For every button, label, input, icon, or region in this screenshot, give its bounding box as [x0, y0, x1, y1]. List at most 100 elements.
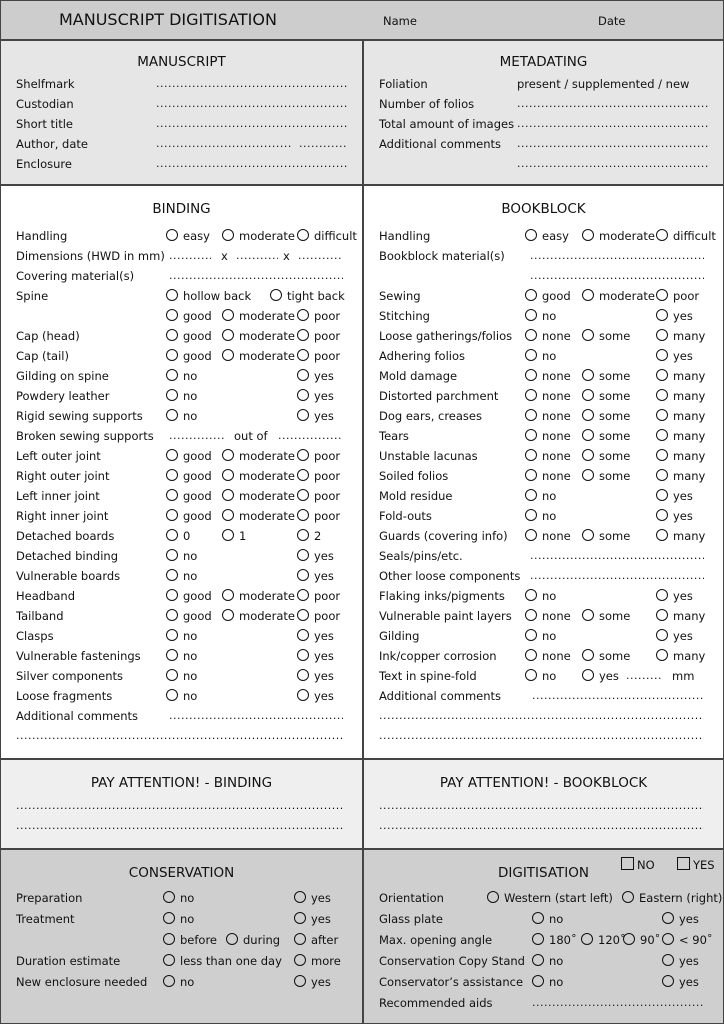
dotted-input-line[interactable]: ........... [169, 249, 211, 262]
radio-circle-icon[interactable] [525, 489, 537, 501]
radio-option[interactable]: moderate [222, 449, 295, 463]
radio-option[interactable]: poor [297, 469, 340, 483]
radio-option[interactable]: yes [582, 669, 619, 683]
radio-circle-icon[interactable] [297, 509, 309, 521]
radio-circle-icon[interactable] [297, 389, 309, 401]
radio-option[interactable]: no [532, 975, 563, 989]
radio-option[interactable]: some [582, 429, 630, 443]
dotted-input-line[interactable]: ........................................… [156, 137, 291, 150]
radio-option[interactable]: many [656, 429, 705, 443]
radio-circle-icon[interactable] [163, 912, 175, 924]
radio-circle-icon[interactable] [297, 649, 309, 661]
radio-circle-icon[interactable] [297, 449, 309, 461]
dotted-input-line[interactable]: ........................................… [16, 799, 343, 812]
radio-option[interactable]: poor [297, 449, 340, 463]
radio-option[interactable]: many [656, 369, 705, 383]
radio-option[interactable]: no [525, 349, 556, 363]
radio-option[interactable]: yes [656, 489, 693, 503]
radio-circle-icon[interactable] [656, 629, 668, 641]
radio-option[interactable]: some [582, 649, 630, 663]
radio-circle-icon[interactable] [297, 409, 309, 421]
dotted-input-line[interactable]: ........................................… [379, 819, 704, 832]
radio-circle-icon[interactable] [582, 389, 594, 401]
radio-circle-icon[interactable] [163, 954, 175, 966]
radio-option[interactable]: good [166, 309, 212, 323]
radio-option[interactable]: good [525, 289, 571, 303]
radio-option[interactable]: none [525, 529, 571, 543]
radio-circle-icon[interactable] [222, 489, 234, 501]
radio-option[interactable]: no [532, 954, 563, 968]
radio-circle-icon[interactable] [166, 409, 178, 421]
radio-option[interactable]: no [532, 912, 563, 926]
radio-option[interactable]: poor [297, 309, 340, 323]
radio-circle-icon[interactable] [166, 609, 178, 621]
radio-circle-icon[interactable] [166, 489, 178, 501]
dotted-input-line[interactable]: ........................................… [379, 729, 704, 742]
radio-circle-icon[interactable] [294, 954, 306, 966]
radio-circle-icon[interactable] [487, 891, 499, 903]
radio-option[interactable]: yes [656, 309, 693, 323]
radio-circle-icon[interactable] [582, 469, 594, 481]
radio-circle-icon[interactable] [525, 429, 537, 441]
radio-circle-icon[interactable] [166, 449, 178, 461]
radio-option[interactable]: yes [294, 891, 331, 905]
radio-option[interactable]: 2 [297, 529, 321, 543]
radio-option[interactable]: < 90˚ [662, 933, 713, 947]
radio-circle-icon[interactable] [656, 349, 668, 361]
radio-circle-icon[interactable] [166, 569, 178, 581]
radio-option[interactable]: poor [656, 289, 699, 303]
radio-option[interactable]: good [166, 469, 212, 483]
radio-option[interactable]: poor [297, 589, 340, 603]
radio-circle-icon[interactable] [222, 509, 234, 521]
radio-option[interactable]: some [582, 529, 630, 543]
radio-circle-icon[interactable] [656, 589, 668, 601]
radio-circle-icon[interactable] [297, 349, 309, 361]
radio-circle-icon[interactable] [656, 449, 668, 461]
radio-option[interactable]: many [656, 409, 705, 423]
radio-option[interactable]: Western (start left) [487, 891, 613, 905]
dotted-input-line[interactable]: ........................................… [517, 137, 710, 150]
radio-option[interactable]: none [525, 609, 571, 623]
radio-circle-icon[interactable] [163, 975, 175, 987]
radio-circle-icon[interactable] [297, 589, 309, 601]
dotted-input-line[interactable]: ........................................… [532, 996, 704, 1009]
radio-option[interactable]: some [582, 369, 630, 383]
radio-circle-icon[interactable] [222, 589, 234, 601]
radio-option[interactable]: difficult [656, 229, 716, 243]
radio-circle-icon[interactable] [525, 589, 537, 601]
radio-option[interactable]: Eastern (right) [622, 891, 722, 905]
radio-option[interactable]: no [525, 669, 556, 683]
radio-circle-icon[interactable] [525, 509, 537, 521]
radio-option[interactable]: yes [294, 975, 331, 989]
radio-option[interactable]: none [525, 649, 571, 663]
radio-option[interactable]: moderate [222, 589, 295, 603]
radio-option[interactable]: 180˚ [532, 933, 577, 947]
radio-circle-icon[interactable] [166, 229, 178, 241]
radio-option[interactable]: 0 [166, 529, 190, 543]
radio-circle-icon[interactable] [294, 891, 306, 903]
radio-circle-icon[interactable] [525, 229, 537, 241]
radio-option[interactable]: no [525, 509, 556, 523]
radio-circle-icon[interactable] [166, 549, 178, 561]
radio-option[interactable]: many [656, 609, 705, 623]
radio-option[interactable]: no [166, 669, 197, 683]
radio-circle-icon[interactable] [623, 933, 635, 945]
radio-circle-icon[interactable] [525, 649, 537, 661]
checkbox-icon[interactable] [621, 857, 634, 870]
radio-option[interactable]: easy [525, 229, 569, 243]
radio-option[interactable]: moderate [222, 489, 295, 503]
radio-option[interactable]: many [656, 649, 705, 663]
radio-circle-icon[interactable] [166, 589, 178, 601]
radio-option[interactable]: yes [656, 349, 693, 363]
radio-circle-icon[interactable] [525, 289, 537, 301]
radio-option[interactable]: poor [297, 349, 340, 363]
radio-circle-icon[interactable] [297, 469, 309, 481]
radio-circle-icon[interactable] [166, 309, 178, 321]
radio-circle-icon[interactable] [525, 609, 537, 621]
radio-circle-icon[interactable] [582, 669, 594, 681]
radio-circle-icon[interactable] [656, 229, 668, 241]
radio-option[interactable]: moderate [222, 349, 295, 363]
dotted-input-line[interactable]: ........................................… [532, 689, 704, 702]
dotted-input-line[interactable]: ........................................… [530, 269, 704, 282]
radio-option[interactable]: some [582, 449, 630, 463]
